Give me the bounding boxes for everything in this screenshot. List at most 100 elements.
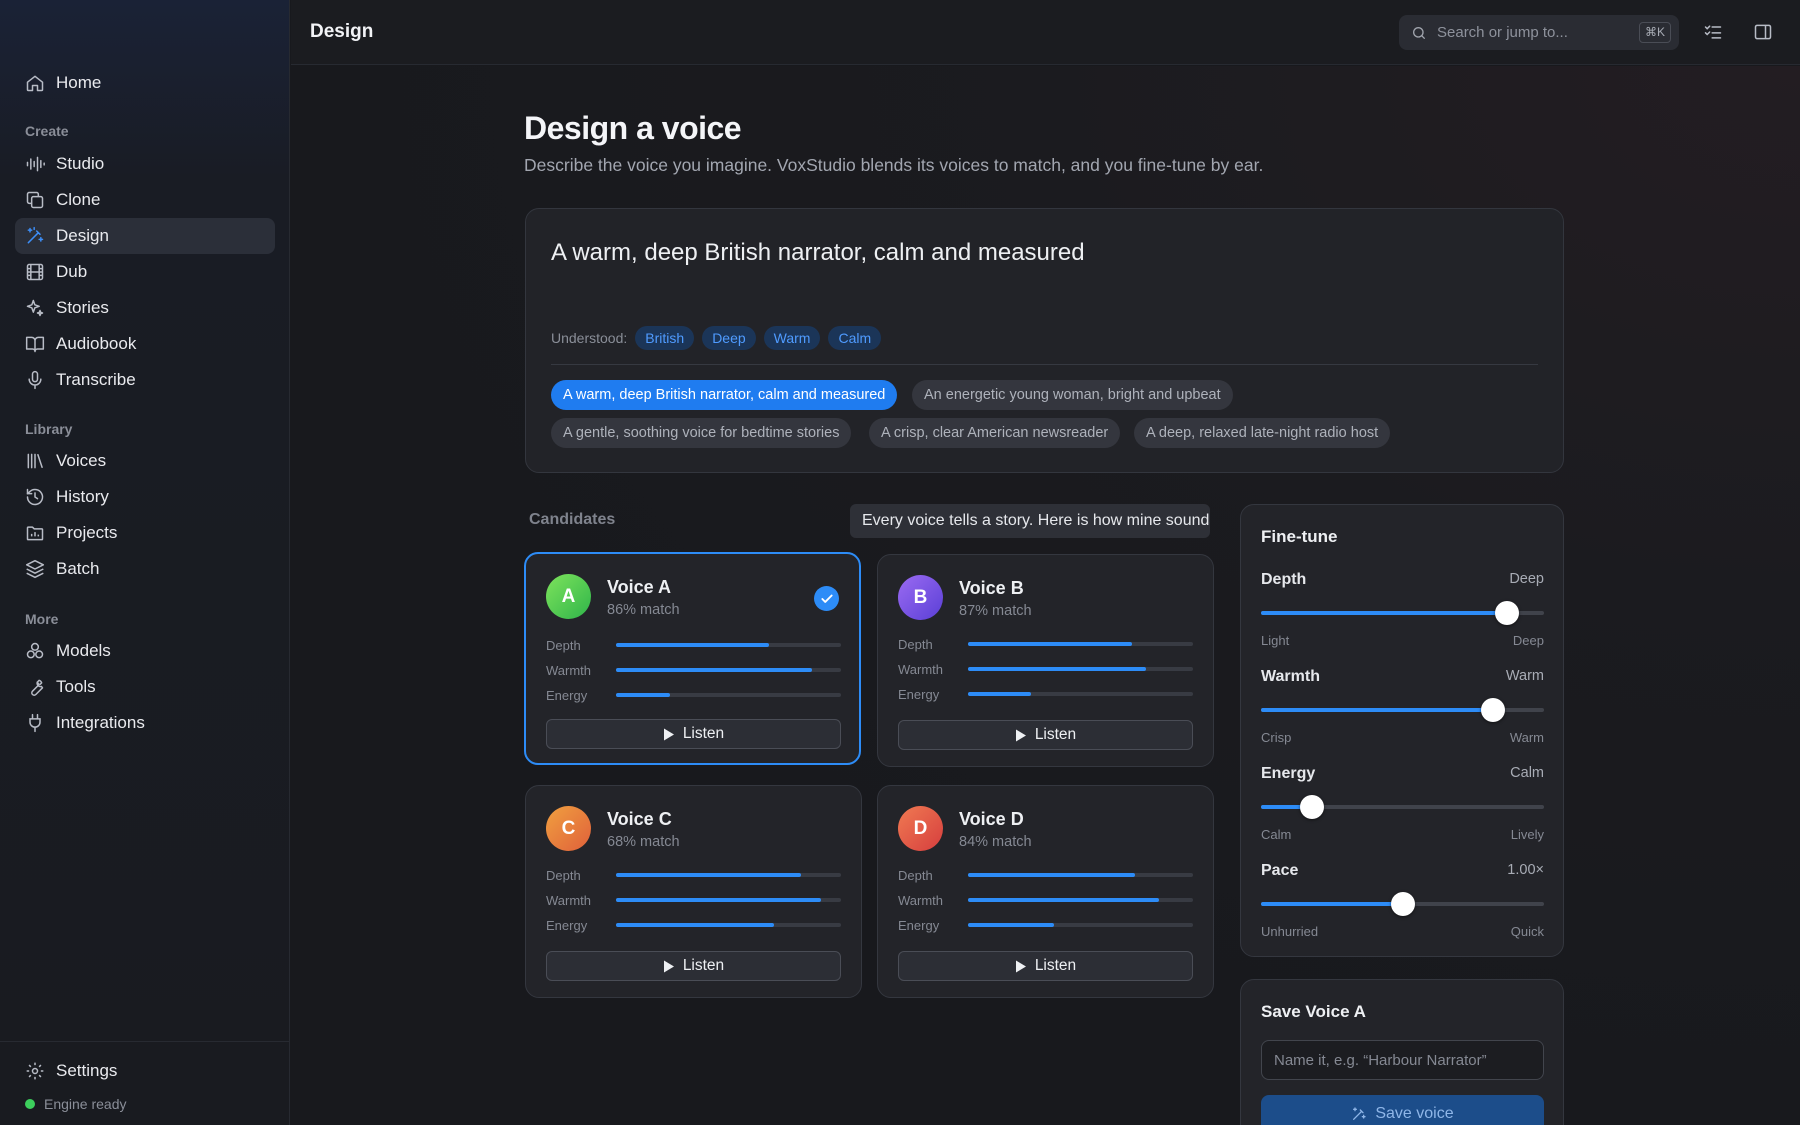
- sidebar-item-integrations[interactable]: Integrations: [15, 705, 275, 741]
- slider-track[interactable]: [1261, 795, 1544, 819]
- top-bar: Design Search or jump to... ⌘K: [291, 0, 1800, 65]
- voice-name-input[interactable]: [1261, 1040, 1544, 1080]
- sidebar-item-label: Clone: [56, 190, 101, 209]
- slider-handle[interactable]: [1495, 601, 1520, 625]
- save-voice-button[interactable]: Save voice: [1261, 1095, 1544, 1125]
- voice-preview-tooltip: Every voice tells a story. Here is how m…: [850, 504, 1210, 538]
- checklist-icon[interactable]: [1703, 22, 1723, 42]
- slider-handle[interactable]: [1390, 892, 1415, 916]
- slider-handle[interactable]: [1299, 795, 1324, 819]
- meter-track: [968, 923, 1193, 927]
- meter-label: Energy: [546, 917, 588, 933]
- meter-fill: [616, 898, 821, 902]
- sidebar-item-label: Integrations: [56, 713, 145, 732]
- voice-name: Voice B: [959, 578, 1024, 598]
- listen-button[interactable]: Listen: [546, 719, 841, 749]
- search-icon: [1411, 25, 1427, 41]
- film-icon: [25, 262, 45, 282]
- depth-slider[interactable]: Depth Deep Light Deep: [1261, 571, 1544, 648]
- sidebar-item-projects[interactable]: Projects: [15, 515, 275, 551]
- engine-status: Engine ready: [25, 1096, 127, 1112]
- sidebar-item-home[interactable]: Home: [15, 65, 275, 101]
- sidebar-item-label: Projects: [56, 523, 118, 542]
- panel-toggle-icon[interactable]: [1753, 22, 1773, 42]
- suggestion-chip[interactable]: A deep, relaxed late-night radio host: [1134, 418, 1391, 448]
- slider-max-label: Warm: [1509, 730, 1544, 745]
- suggestion-chip[interactable]: An energetic young woman, bright and upb…: [912, 380, 1233, 410]
- slider-handle[interactable]: [1481, 698, 1506, 722]
- sidebar-item-batch[interactable]: Batch: [15, 551, 275, 587]
- meter-track: [616, 643, 841, 647]
- voice-card-d[interactable]: D Voice D 84% match Depth Warmth Energy …: [877, 785, 1214, 998]
- sidebar-item-models[interactable]: Models: [15, 633, 275, 669]
- meter-label: Warmth: [898, 892, 944, 908]
- tag-chip: British: [635, 326, 695, 350]
- magic-wand-icon: [1351, 1106, 1367, 1122]
- meter-fill: [616, 873, 801, 877]
- slider-track[interactable]: [1261, 698, 1544, 722]
- library-icon: [25, 451, 45, 471]
- save-title: Save Voice A: [1261, 1002, 1366, 1021]
- energy-meter: Energy: [898, 916, 1193, 934]
- voice-card-c[interactable]: C Voice C 68% match Depth Warmth Energy …: [525, 785, 862, 998]
- divider: [551, 364, 1538, 365]
- slider-max-label: Deep: [1512, 633, 1544, 648]
- listen-button[interactable]: Listen: [546, 951, 841, 981]
- sidebar-item-transcribe[interactable]: Transcribe: [15, 362, 275, 398]
- suggestion-chip[interactable]: A gentle, soothing voice for bedtime sto…: [551, 418, 852, 448]
- save-voice-panel: Save Voice A Save voice: [1240, 979, 1564, 1125]
- voice-card-a[interactable]: A Voice A 86% match Depth Warmth Energy …: [524, 552, 861, 765]
- search-placeholder: Search or jump to...: [1437, 24, 1568, 41]
- meter-track: [968, 692, 1193, 696]
- sidebar-item-label: Studio: [56, 154, 105, 173]
- slider-fill: [1261, 611, 1508, 615]
- slider-fill: [1261, 902, 1403, 906]
- slider-track[interactable]: [1261, 601, 1544, 625]
- meter-label: Depth: [898, 636, 933, 652]
- page-title: Design a voice: [524, 110, 742, 146]
- sidebar-item-history[interactable]: History: [15, 479, 275, 515]
- sidebar-item-audiobook[interactable]: Audiobook: [15, 326, 275, 362]
- sidebar-item-stories[interactable]: Stories: [15, 290, 275, 326]
- folder-chart-icon: [25, 523, 45, 543]
- waveform-icon: [25, 154, 45, 174]
- sidebar-item-label: Audiobook: [56, 334, 137, 353]
- meter-fill: [616, 693, 670, 697]
- listen-button[interactable]: Listen: [898, 951, 1193, 981]
- meter-fill: [616, 923, 774, 927]
- meter-track: [616, 873, 841, 877]
- sidebar-item-dub[interactable]: Dub: [15, 254, 275, 290]
- meter-fill: [968, 642, 1133, 646]
- sidebar-item-clone[interactable]: Clone: [15, 182, 275, 218]
- pace-slider[interactable]: Pace 1.00× Unhurried Quick: [1261, 862, 1544, 939]
- page-subtitle: Describe the voice you imagine. VoxStudi…: [524, 155, 1264, 175]
- listen-button[interactable]: Listen: [898, 720, 1193, 750]
- sidebar-item-settings[interactable]: Settings: [15, 1053, 275, 1089]
- suggestion-chip[interactable]: A warm, deep British narrator, calm and …: [551, 380, 898, 410]
- sidebar-item-label: Stories: [56, 298, 109, 317]
- slider-max-label: Lively: [1510, 827, 1544, 842]
- sidebar-item-label: Settings: [56, 1061, 118, 1080]
- copy-icon: [25, 190, 45, 210]
- section-label-more: More: [25, 611, 59, 627]
- history-icon: [25, 487, 45, 507]
- sidebar-item-design[interactable]: Design: [15, 218, 275, 254]
- sidebar-item-studio[interactable]: Studio: [15, 146, 275, 182]
- energy-slider[interactable]: Energy Calm Calm Lively: [1261, 765, 1544, 842]
- slider-value: Warm: [1505, 668, 1544, 684]
- voice-card-b[interactable]: B Voice B 87% match Depth Warmth Energy …: [877, 554, 1214, 767]
- slider-value: Calm: [1510, 765, 1544, 781]
- voice-prompt-input[interactable]: A warm, deep British narrator, calm and …: [551, 239, 1085, 267]
- meter-track: [968, 898, 1193, 902]
- search-input[interactable]: Search or jump to... ⌘K: [1399, 15, 1679, 50]
- avatar: A: [546, 574, 591, 619]
- avatar: C: [546, 806, 591, 851]
- suggestion-chip[interactable]: A crisp, clear American newsreader: [869, 418, 1121, 448]
- meter-fill: [968, 873, 1135, 877]
- shortcut-badge: ⌘K: [1638, 22, 1671, 43]
- sidebar-item-tools[interactable]: Tools: [15, 669, 275, 705]
- energy-meter: Energy: [898, 685, 1193, 703]
- sidebar-item-voices[interactable]: Voices: [15, 443, 275, 479]
- warmth-slider[interactable]: Warmth Warm Crisp Warm: [1261, 668, 1544, 745]
- slider-track[interactable]: [1261, 892, 1544, 916]
